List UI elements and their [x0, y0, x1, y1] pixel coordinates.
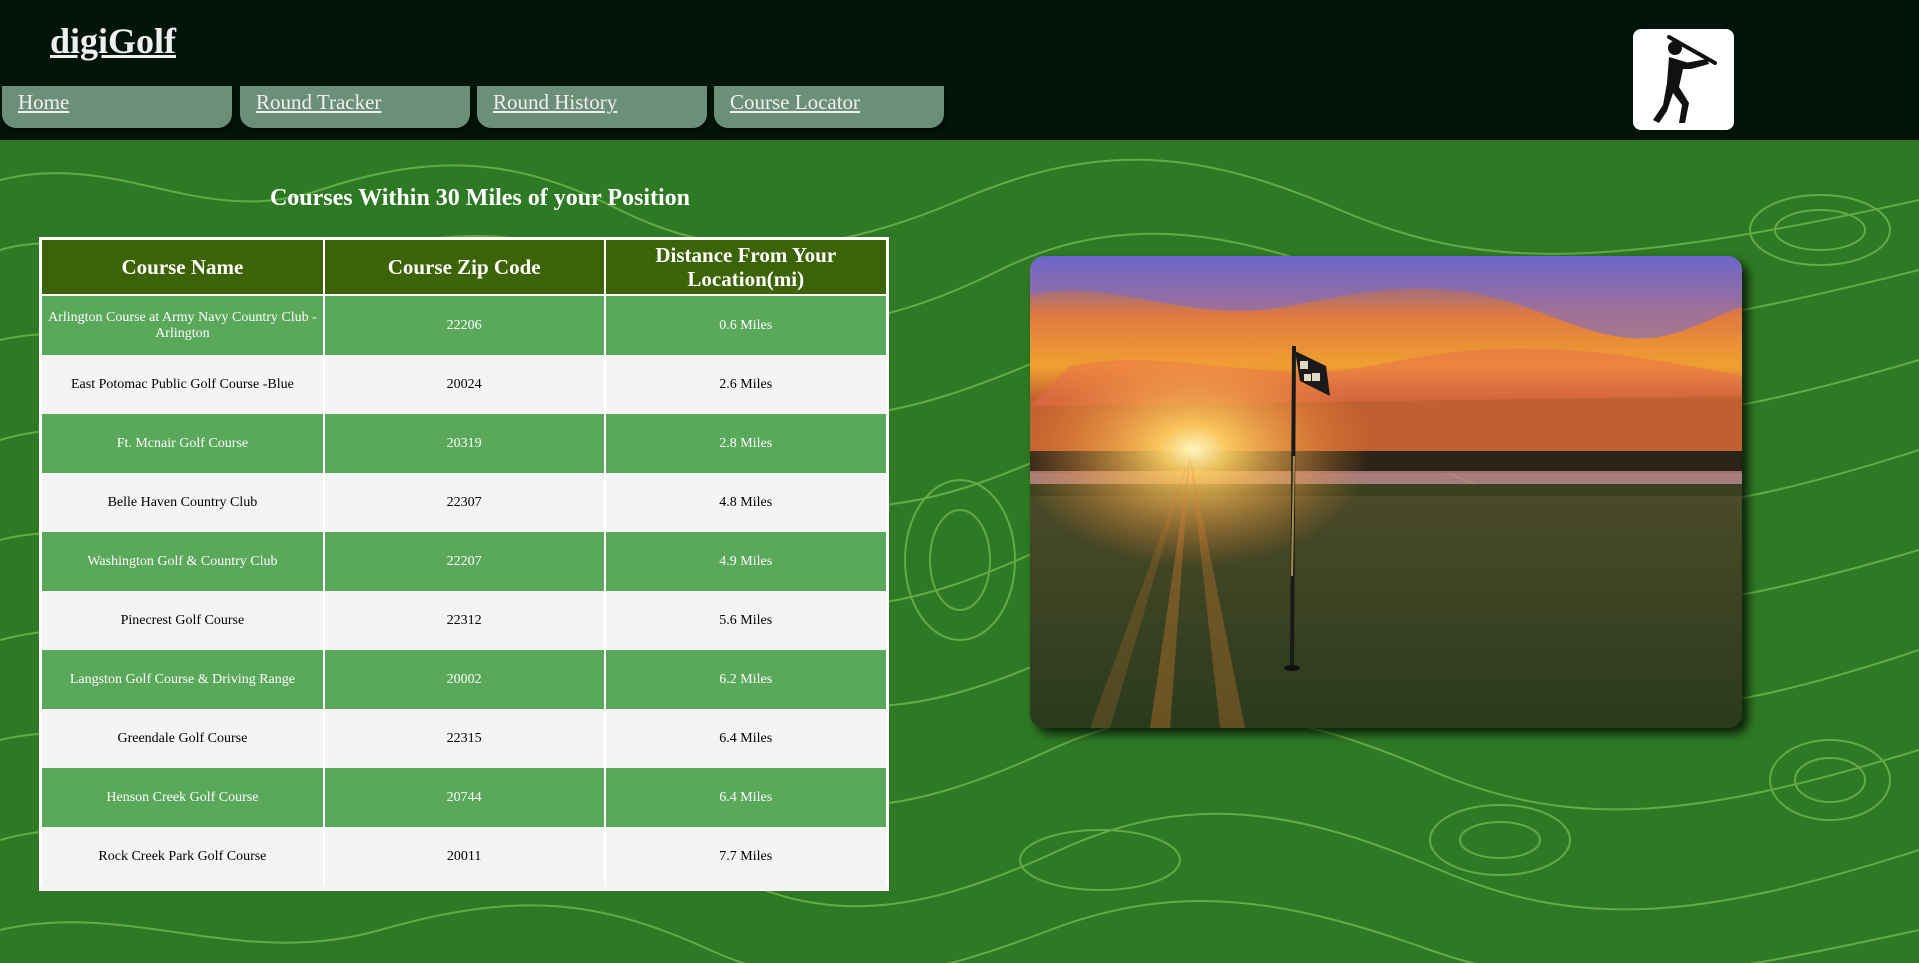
table-row: Ft. Mcnair Golf Course 20319 2.8 Miles [40, 414, 888, 473]
table-row: Arlington Course at Army Navy Country Cl… [40, 295, 888, 355]
site-header: digiGolf Home Round Tracker Round Histor… [0, 0, 1919, 140]
distance-cell: 0.6 Miles [603, 295, 888, 355]
distance-cell: 2.8 Miles [603, 414, 888, 473]
zip-cell: 20319 [322, 414, 606, 473]
nav-course-locator[interactable]: Course Locator [714, 86, 944, 128]
course-name-cell: Rock Creek Park Golf Course [40, 827, 325, 886]
golf-sunset-photo [1030, 256, 1742, 728]
site-logo[interactable]: digiGolf [50, 20, 176, 62]
zip-cell: 22312 [322, 591, 606, 650]
course-name-cell: Arlington Course at Army Navy Country Cl… [40, 295, 325, 355]
course-name-cell: Belle Haven Country Club [40, 473, 325, 532]
distance-cell: 7.7 Miles [603, 827, 888, 886]
table-header-row: Course Name Course Zip Code Distance Fro… [40, 238, 888, 296]
table-row: Henson Creek Golf Course 20744 6.4 Miles [40, 768, 888, 827]
distance-cell: 4.8 Miles [603, 473, 888, 532]
table-row: Washington Golf & Country Club 22207 4.9… [40, 532, 888, 591]
distance-cell: 6.2 Miles [603, 650, 888, 709]
zip-cell: 20011 [322, 827, 606, 886]
column-header-distance: Distance From Your Location(mi) [603, 238, 888, 296]
course-name-cell: Pinecrest Golf Course [40, 591, 325, 650]
zip-cell: 20024 [322, 355, 606, 414]
nav-round-history[interactable]: Round History [477, 86, 707, 128]
nav-round-tracker[interactable]: Round Tracker [240, 86, 470, 128]
course-name-cell: Washington Golf & Country Club [40, 532, 325, 591]
column-header-zip: Course Zip Code [322, 238, 606, 296]
zip-cell: 20002 [322, 650, 606, 709]
table-row: East Potomac Public Golf Course -Blue 20… [40, 355, 888, 414]
zip-cell: 22307 [322, 473, 606, 532]
zip-cell: 22315 [322, 709, 606, 768]
distance-cell: 4.9 Miles [603, 532, 888, 591]
table-row: Rock Creek Park Golf Course 20011 7.7 Mi… [40, 827, 888, 886]
course-name-cell: Langston Golf Course & Driving Range [40, 650, 325, 709]
table-row: Greendale Golf Course 22315 6.4 Miles [40, 709, 888, 768]
zip-cell: 22207 [322, 532, 606, 591]
distance-cell: 5.6 Miles [603, 591, 888, 650]
table-row: Belle Haven Country Club 22307 4.8 Miles [40, 473, 888, 532]
table-row: Langston Golf Course & Driving Range 200… [40, 650, 888, 709]
distance-cell: 6.4 Miles [603, 709, 888, 768]
page-title: Courses Within 30 Miles of your Position [269, 185, 691, 211]
course-name-cell: Henson Creek Golf Course [40, 768, 325, 827]
zip-cell: 20744 [322, 768, 606, 827]
golfer-swing-icon [1633, 29, 1734, 130]
column-header-course-name: Course Name [40, 238, 325, 296]
courses-table: Course Name Course Zip Code Distance Fro… [39, 237, 889, 891]
zip-cell: 22206 [322, 295, 606, 355]
course-name-cell: East Potomac Public Golf Course -Blue [40, 355, 325, 414]
course-name-cell: Ft. Mcnair Golf Course [40, 414, 325, 473]
distance-cell: 2.6 Miles [603, 355, 888, 414]
distance-cell: 6.4 Miles [603, 768, 888, 827]
table-row: Pinecrest Golf Course 22312 5.6 Miles [40, 591, 888, 650]
course-name-cell: Greendale Golf Course [40, 709, 325, 768]
nav-home[interactable]: Home [2, 86, 232, 128]
